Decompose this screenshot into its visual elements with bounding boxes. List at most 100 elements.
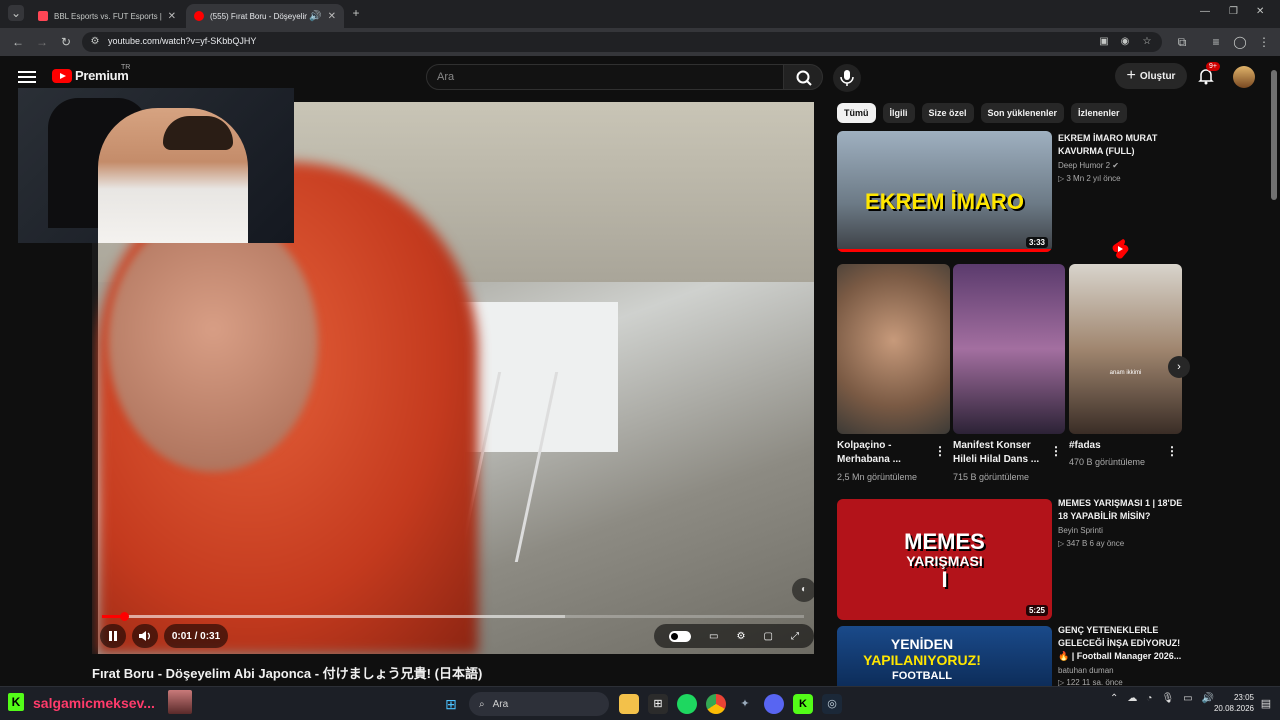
video-title-football-manager[interactable]: GENÇ YETENEKLERLE GELECEĞİ İNŞA EDİYORUZ… (1058, 624, 1181, 663)
microphone-tray-icon[interactable]: 🎙 (1161, 693, 1174, 704)
short-thumbnail-fadas[interactable]: anam ikkimi (1069, 264, 1182, 434)
minimize-icon[interactable]: — (1200, 6, 1210, 17)
ambient-mode-icon[interactable]: ◐ (792, 578, 814, 602)
media-controls-icon[interactable]: ≡ (1208, 34, 1224, 50)
chip-watched[interactable]: İzlenenler (1071, 103, 1127, 123)
video-duration: 3:33 (1025, 237, 1048, 248)
wifi-icon[interactable]: ◔ (1146, 693, 1152, 704)
restore-icon[interactable]: ❐ (1229, 6, 1238, 17)
video-thumbnail-football-manager[interactable]: YENİDEN YAPILANIYORUZ! FOOTBALL (837, 626, 1052, 686)
settings-gear-icon[interactable]: ⚙ (736, 631, 745, 642)
create-button[interactable]: + Oluştur (1115, 63, 1187, 89)
tab-bbl-esports[interactable]: BBL Esports vs. FUT Esports | VC ✕ (30, 4, 184, 28)
short-title-fadas[interactable]: #fadas (1069, 439, 1101, 453)
video-title-ekrem-imaro[interactable]: EKREM İMARO MURAT KAVURMA (FULL) (1058, 132, 1157, 158)
browser-tab-bar: ⌄ BBL Esports vs. FUT Esports | VC ✕ (55… (0, 0, 1280, 28)
taskbar-search[interactable]: ⌕ Ara (469, 692, 609, 716)
tray-overflow-icon[interactable]: ⌃ (1110, 693, 1118, 704)
chip-all[interactable]: Tümü (837, 103, 876, 123)
notification-center-icon[interactable]: ▤ (1256, 694, 1276, 714)
subtitles-icon[interactable]: ▭ (709, 631, 718, 642)
short-views: 715 B görüntüleme (953, 472, 1030, 482)
search-icon (796, 70, 812, 86)
video-duration: 5:25 (1025, 605, 1048, 616)
more-options-icon[interactable]: ⋮ (1050, 444, 1062, 458)
reload-icon[interactable]: ↻ (58, 34, 74, 50)
short-thumbnail-manifest[interactable] (953, 264, 1065, 434)
pause-button[interactable] (100, 624, 126, 648)
microphone-icon (840, 70, 854, 86)
close-tab-icon[interactable]: ✕ (168, 11, 176, 22)
short-views: 470 B görüntüleme (1069, 457, 1146, 467)
streamer-hair (163, 116, 233, 150)
network-app-icon[interactable]: ✦ (735, 694, 755, 714)
video-title-memes[interactable]: MEMES YARIŞMASI 1 | 18'DE 18 YAPABİLİR M… (1058, 497, 1182, 523)
close-window-icon[interactable]: ✕ (1256, 6, 1264, 17)
picture-in-picture-icon[interactable]: ▣ (1097, 35, 1111, 49)
steam-icon[interactable]: ◎ (822, 694, 842, 714)
chip-related[interactable]: İlgili (882, 103, 915, 123)
fullscreen-icon[interactable]: ⤢ (791, 631, 799, 642)
video-thumbnail-memes[interactable]: MEMES YARIŞMASI I 5:25 (837, 499, 1052, 620)
new-tab-plus-icon[interactable]: + (348, 5, 364, 21)
thumbnail-text: YENİDEN (890, 636, 954, 652)
short-title-manifest[interactable]: Manifest Konser Hileli Hilal Dans ... (953, 439, 1039, 467)
youtube-premium-logo[interactable]: Premium TR (52, 64, 130, 83)
address-bar[interactable]: ⚙ youtube.com/watch?v=yf-SKbbQJHY ▣ ◉ ☆ (82, 32, 1162, 52)
tab-search-icon[interactable]: ⌄ (8, 5, 24, 21)
mute-button[interactable] (132, 624, 158, 648)
shorts-next-button[interactable]: › (1168, 356, 1190, 378)
thumbnail-text: I (941, 567, 948, 592)
short-title-kolpacino[interactable]: Kolpaçino - Merhabana ... (837, 439, 901, 467)
voice-search-button[interactable] (833, 64, 861, 92)
speaker-icon[interactable]: 🔊 (309, 11, 321, 22)
bookmark-star-icon[interactable]: ☆ (1140, 35, 1154, 49)
profile-icon[interactable]: ◯ (1232, 34, 1248, 50)
pause-icon (109, 631, 117, 641)
system-tray: ⌃ ☁ ◔ 🎙 ▭ 🔊 (1110, 693, 1223, 704)
channel-name[interactable]: Beyin Sprinti (1058, 524, 1103, 537)
chip-for-you[interactable]: Size özel (921, 103, 974, 123)
channel-name[interactable]: Deep Humor 2 ✔ (1058, 159, 1119, 172)
more-options-icon[interactable]: ⋮ (1166, 444, 1178, 458)
scrollbar-thumb[interactable] (1271, 70, 1277, 200)
extensions-icon[interactable]: ⧉ (1174, 34, 1190, 50)
site-info-icon[interactable]: ⚙ (88, 35, 102, 49)
back-arrow-icon[interactable]: ← (10, 34, 26, 50)
youtube-favicon-icon (194, 11, 204, 21)
browser-menu-icon[interactable]: ⋮ (1256, 34, 1272, 50)
valorant-favicon-icon (38, 11, 48, 21)
video-meta: ▷ 347 B 6 ay önce (1058, 539, 1125, 548)
autoplay-toggle-icon[interactable] (669, 630, 691, 642)
tab-youtube-video[interactable]: (555) Fırat Boru - Döşeyelim 🔊 ✕ (186, 4, 344, 28)
microsoft-store-icon[interactable]: ⊞ (648, 694, 668, 714)
chrome-icon[interactable] (706, 694, 726, 714)
watched-progress (837, 249, 1052, 252)
spotify-icon[interactable] (677, 694, 697, 714)
short-thumbnail-kolpacino[interactable] (837, 264, 950, 434)
youtube-shorts-icon (1112, 239, 1129, 259)
tracking-protection-icon[interactable]: ◉ (1118, 35, 1132, 49)
hamburger-menu-icon[interactable] (18, 68, 36, 84)
kick-app-icon[interactable]: K (793, 694, 813, 714)
youtube-play-logo-icon (52, 68, 72, 83)
network-icon[interactable]: ▭ (1183, 693, 1192, 704)
video-thumbnail-ekrem-imaro[interactable]: EKREM İMARO 3:33 (837, 131, 1052, 252)
discord-icon[interactable] (764, 694, 784, 714)
search-input[interactable]: Ara (426, 64, 784, 90)
page-scrollbar[interactable] (1270, 56, 1278, 686)
windows-start-icon[interactable]: ⊞ (441, 694, 461, 714)
chip-recently-uploaded[interactable]: Son yüklenenler (980, 103, 1065, 123)
stream-username: salgamicmeksev... (33, 695, 155, 711)
theater-mode-icon[interactable]: ▢ (763, 631, 772, 642)
more-options-icon[interactable]: ⋮ (934, 444, 946, 458)
buffer-bar (102, 615, 566, 618)
onedrive-icon[interactable]: ☁ (1127, 693, 1137, 704)
close-tab-icon[interactable]: ✕ (328, 11, 336, 22)
search-button[interactable] (783, 64, 823, 90)
account-avatar[interactable] (1233, 66, 1255, 88)
taskbar-clock[interactable]: 23:05 20.08.2026 (1210, 692, 1254, 714)
file-explorer-icon[interactable] (619, 694, 639, 714)
progress-bar[interactable] (102, 612, 804, 621)
forward-arrow-icon[interactable]: → (34, 34, 50, 50)
